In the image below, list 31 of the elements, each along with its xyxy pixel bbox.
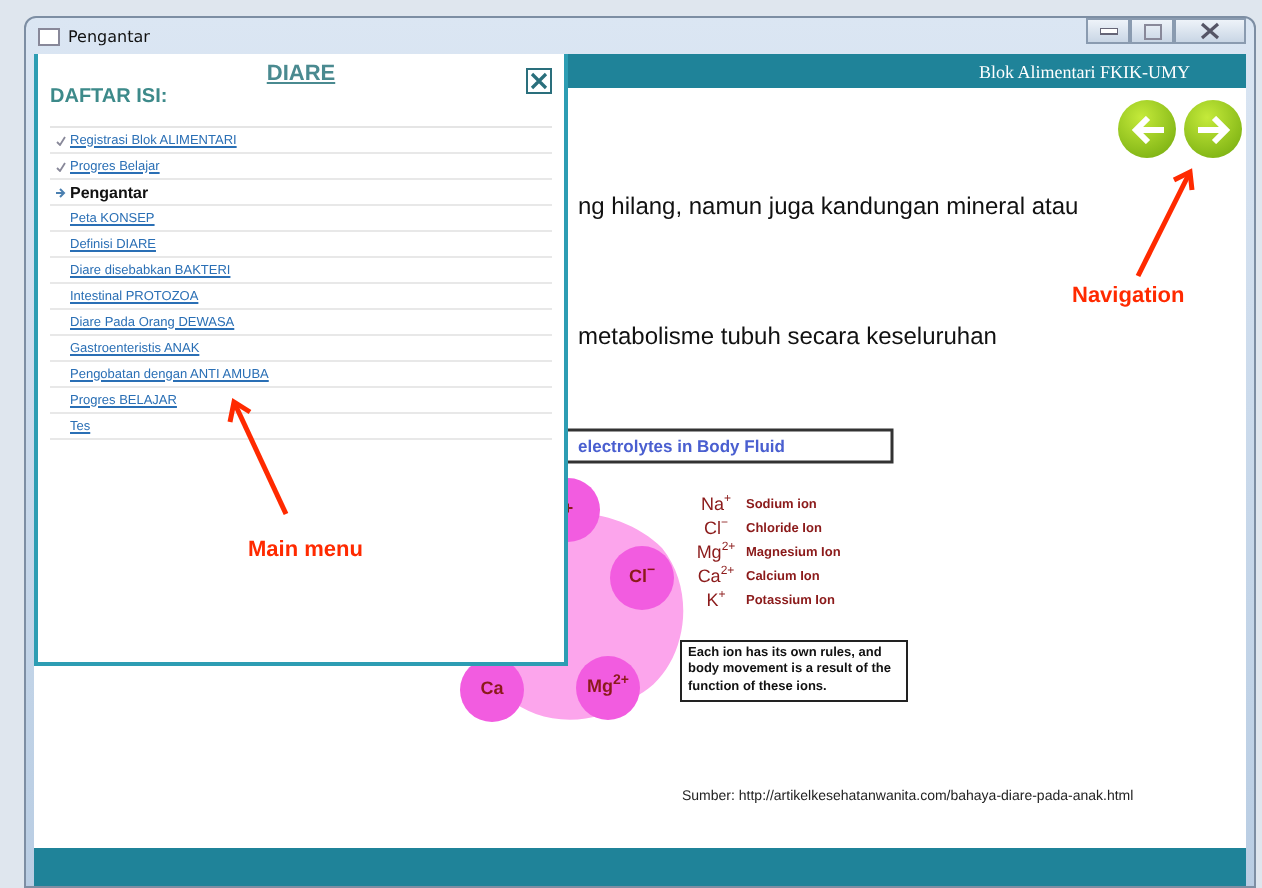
annotation-text: Navigation [1072, 284, 1185, 308]
ion-label: Cl$^{−}$ [628, 564, 656, 588]
ion-circle [576, 656, 640, 720]
close-icon [1200, 22, 1220, 40]
close-button[interactable] [526, 68, 552, 94]
body-text: ng hilang, namun juga kandungan mineral atau [578, 192, 1081, 220]
ion-symbol: Cl$^{−}$ [701, 518, 730, 540]
minimize-icon [1099, 27, 1117, 35]
annotation-arrow [222, 394, 294, 518]
diagram-title: electrolytes in Body Fluid [578, 436, 785, 456]
maximize-button[interactable] [1130, 18, 1174, 44]
app-icon [38, 27, 60, 45]
right-arrow-icon [1195, 115, 1231, 143]
minimize-button[interactable] [1086, 18, 1130, 44]
ion-symbol: Ca$^{2+}$ [695, 566, 737, 588]
body-text: metabolisme tubuh secara keseluruhan [578, 322, 999, 350]
menu-heading: DAFTAR ISI: [50, 86, 170, 108]
header-title: Blok Alimentari FKIK-UMY [979, 61, 1190, 81]
ion-label: Ca [480, 676, 504, 700]
ion-circle [610, 546, 674, 610]
close-button[interactable] [1174, 18, 1246, 44]
ion-label: Mg$^{2+}$ [587, 674, 629, 698]
ion-symbol: Na$^{+}$ [698, 494, 734, 516]
menu-item[interactable]: Pengantar [70, 183, 149, 201]
maximize-icon [1143, 23, 1161, 39]
left-arrow-icon [1129, 115, 1165, 143]
menu-title: DIARE [266, 62, 336, 86]
annotation-text: Main menu [248, 538, 363, 562]
ion-symbol: Mg$^{2+}$ [694, 542, 738, 564]
window-title: Pengantar [68, 27, 150, 45]
ion-symbol: K$^{+}$ [704, 590, 728, 612]
